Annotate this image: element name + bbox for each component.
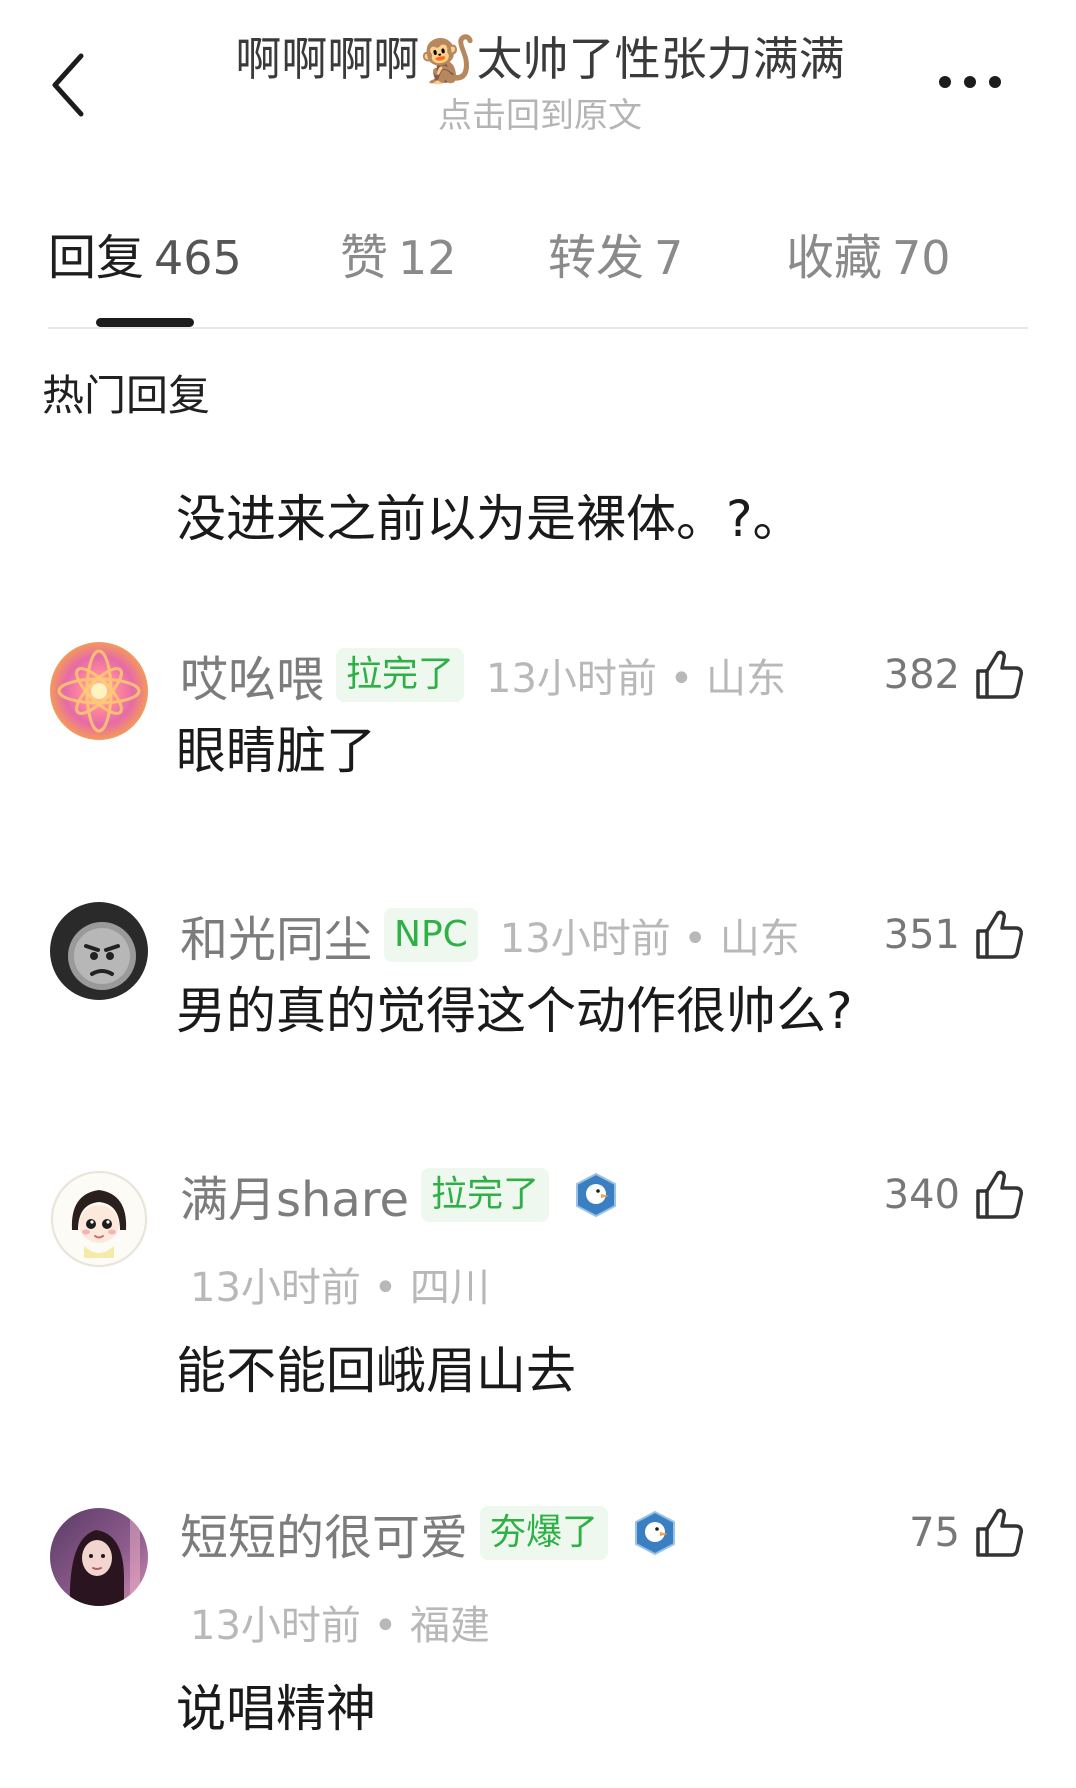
tabs-divider [48, 327, 1028, 329]
comment-text: 男的真的觉得这个动作很帅么? [176, 982, 853, 1040]
chevron-left-icon [52, 53, 84, 117]
tab-reposts[interactable]: 转发 7 [548, 218, 683, 298]
like-count: 351 [883, 912, 960, 958]
username[interactable]: 短短的很可爱 [180, 1498, 468, 1568]
more-button[interactable] [925, 62, 1015, 102]
post-title: 啊啊啊啊🐒太帅了性张力满满 [235, 32, 845, 86]
avatar[interactable] [50, 1508, 148, 1606]
duck-badge-icon [635, 1510, 676, 1556]
top-bar: 啊啊啊啊🐒太帅了性张力满满 点击回到原文 [0, 0, 1076, 160]
back-to-original-link[interactable]: 点击回到原文 [170, 94, 910, 138]
duck-badge-icon [576, 1172, 617, 1218]
avatar[interactable] [50, 642, 148, 740]
username[interactable]: 哎吆喂 [180, 640, 324, 710]
username[interactable]: 满月share [180, 1160, 409, 1230]
active-tab-indicator [96, 318, 194, 327]
like-button[interactable]: 351 [884, 900, 1024, 970]
comment-meta: 和光同尘 NPC 13小时前 • 山东 [180, 900, 800, 970]
tab-bar: 回复 465 赞 12 转发 7 收藏 70 [48, 218, 1028, 328]
comment-meta: 哎吆喂 拉完了 13小时前 • 山东 [180, 640, 786, 710]
time-location: 13小时前 • 四川 [190, 1265, 490, 1311]
thumbs-up-icon [976, 1508, 1023, 1557]
tab-label: 赞 [340, 230, 389, 286]
time-location: 13小时前 • 山东 [499, 916, 800, 962]
avatar[interactable] [50, 1170, 148, 1268]
user-tag: 夯爆了 [480, 1506, 609, 1560]
like-button[interactable]: 340 [884, 1160, 1024, 1230]
time-location: 13小时前 • 山东 [486, 656, 786, 702]
thumbs-up-icon [976, 650, 1023, 699]
time-location: 13小时前 • 福建 [190, 1603, 490, 1649]
tab-count: 70 [892, 231, 951, 285]
tab-label: 收藏 [786, 230, 883, 286]
tab-label: 转发 [548, 230, 645, 286]
tab-count: 7 [654, 231, 684, 285]
like-count: 340 [883, 1172, 960, 1218]
tab-label: 回复 [48, 230, 145, 286]
like-count: 75 [909, 1510, 960, 1556]
like-button[interactable]: 382 [884, 640, 1024, 710]
title-block[interactable]: 啊啊啊啊🐒太帅了性张力满满 点击回到原文 [170, 28, 910, 138]
tab-favorites[interactable]: 收藏 70 [786, 218, 951, 298]
user-tag: 拉完了 [421, 1168, 550, 1222]
like-button[interactable]: 75 [909, 1498, 1024, 1568]
avatar[interactable] [50, 902, 148, 1000]
thumbs-up-icon [976, 910, 1023, 959]
comment-meta: 满月share 拉完了 [180, 1160, 619, 1230]
thumbs-up-icon [976, 1170, 1023, 1219]
more-dots-icon [939, 76, 1001, 88]
comment-text: 眼睛脏了 [176, 722, 376, 780]
user-tag: NPC [384, 908, 478, 962]
tab-count: 12 [398, 231, 457, 285]
username[interactable]: 和光同尘 [180, 900, 372, 970]
like-count: 382 [883, 652, 960, 698]
comment-text: 说唱精神 [176, 1680, 376, 1738]
user-tag: 拉完了 [336, 648, 465, 702]
comment-text: 能不能回峨眉山去 [176, 1342, 576, 1400]
back-button[interactable] [32, 40, 102, 130]
section-title: 热门回复 [42, 371, 211, 420]
tab-count: 465 [154, 231, 242, 285]
tab-likes[interactable]: 赞 12 [340, 218, 457, 298]
tab-replies[interactable]: 回复 465 [48, 218, 242, 298]
reply-text[interactable]: 没进来之前以为是裸体。?。 [176, 484, 803, 554]
comment-meta: 短短的很可爱 夯爆了 [180, 1498, 678, 1568]
